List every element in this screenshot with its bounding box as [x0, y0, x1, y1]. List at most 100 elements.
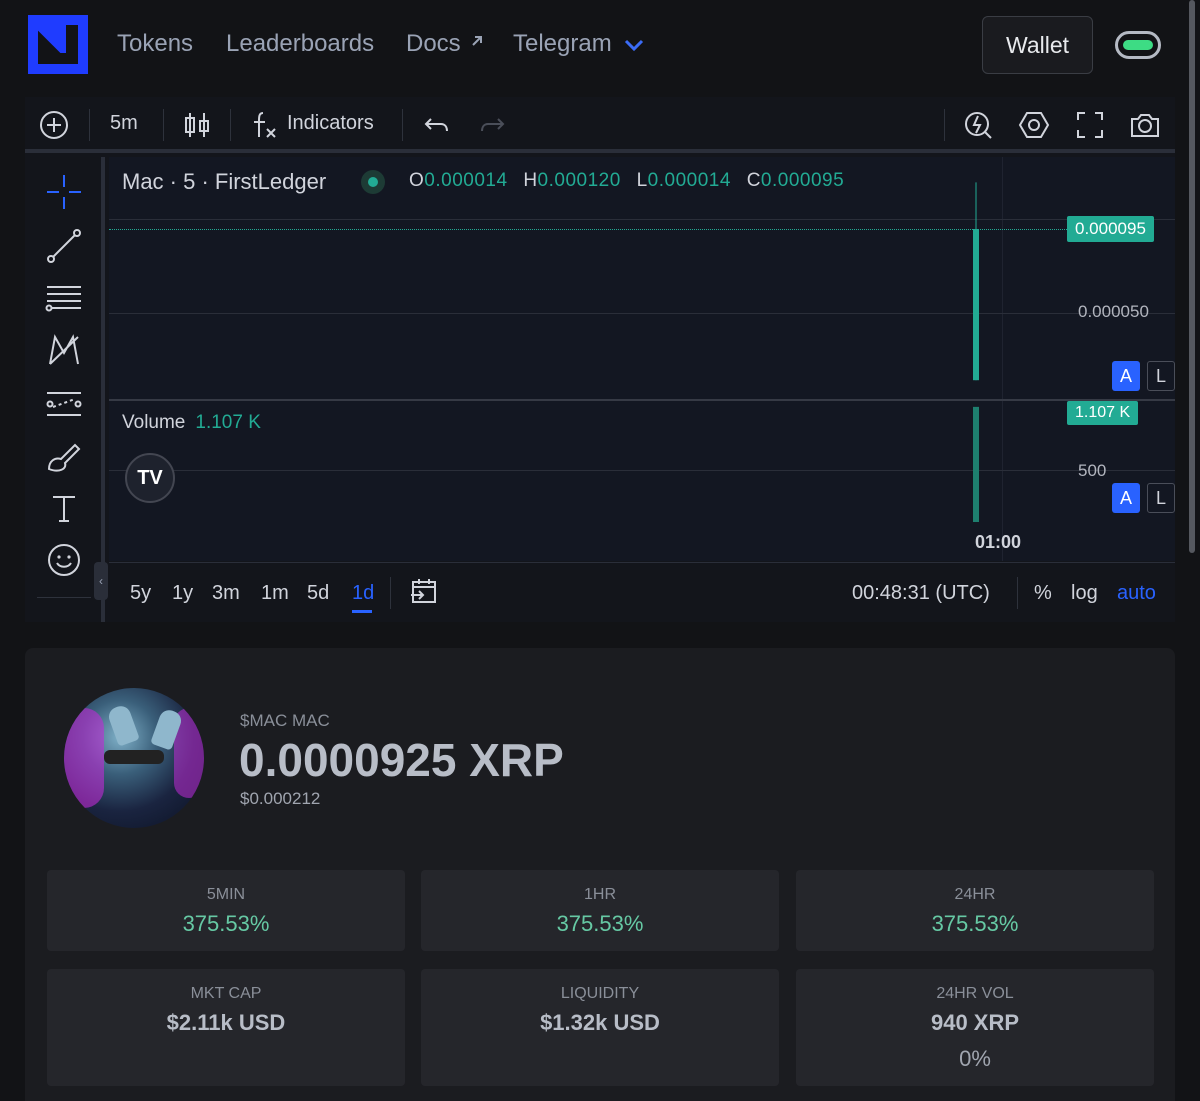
text-tool-icon[interactable] — [45, 489, 83, 527]
volume-legend: Volume 1.107 K — [122, 412, 261, 434]
log-scale-button[interactable]: L — [1147, 361, 1175, 391]
collapse-sidebar-button[interactable]: ‹ — [94, 562, 108, 600]
stat-value: $1.32k USD — [540, 1010, 660, 1035]
toggle-indicator — [1123, 40, 1153, 50]
nav-tokens-link[interactable]: Tokens — [117, 30, 193, 58]
last-price-label: 0.000095 — [1067, 216, 1154, 242]
stat-card-24hr-volume: 24HR VOL 940 XRP 0% — [796, 969, 1154, 1086]
crosshair-icon[interactable] — [45, 173, 83, 211]
clock-timezone[interactable]: 00:48:31 (UTC) — [852, 582, 990, 605]
indicators-fx-icon[interactable] — [249, 109, 281, 141]
nav-telegram-link[interactable]: Telegram — [513, 30, 612, 58]
avatar-ear — [106, 703, 140, 747]
volume-value: 1.107 K — [195, 412, 261, 433]
percent-toggle[interactable]: % — [1034, 582, 1052, 605]
emoji-icon[interactable] — [45, 541, 83, 579]
toolbar-separator — [944, 109, 945, 141]
volume-price-label: 1.107 K — [1067, 401, 1139, 425]
stat-card-market-cap: MKT CAP $2.11k USD — [47, 969, 405, 1086]
undo-icon[interactable] — [421, 109, 453, 141]
range-5d[interactable]: 5d — [307, 582, 329, 605]
toolbar-separator — [89, 109, 90, 141]
interval-button[interactable]: 5m — [110, 112, 138, 135]
fullscreen-icon[interactable] — [1074, 109, 1106, 141]
indicators-button[interactable]: Indicators — [287, 112, 374, 135]
token-price: 0.0000925 XRP — [239, 734, 564, 786]
camera-icon[interactable] — [1129, 109, 1161, 141]
tradingview-logo[interactable]: TV — [125, 453, 175, 503]
token-info-panel: $MAC MAC 0.0000925 XRP $0.000212 5MIN 37… — [25, 648, 1175, 1101]
range-5y[interactable]: 5y — [130, 582, 151, 605]
range-separator — [1017, 577, 1018, 609]
stat-card-1hr: 1HR 375.53% — [421, 870, 779, 951]
stat-value: 375.53% — [556, 911, 644, 936]
volume-label: Volume — [122, 412, 186, 433]
stat-card-liquidity: LIQUIDITY $1.32k USD — [421, 969, 779, 1086]
stat-label: 24HR VOL — [936, 985, 1014, 1002]
stat-value: $2.11k USD — [166, 1010, 286, 1035]
price-chart: 5m Indicators ‹ Mac · 5 · FirstLedger O0… — [25, 97, 1175, 622]
avatar-glow — [64, 708, 104, 808]
range-1y[interactable]: 1y — [172, 582, 193, 605]
token-symbol: $MAC MAC — [240, 711, 330, 730]
drawing-tools-sidebar: ‹ — [25, 157, 108, 622]
stat-change: 0% — [959, 1046, 991, 1071]
docs-label: Docs — [406, 30, 461, 57]
brush-icon[interactable] — [45, 437, 83, 475]
range-1m[interactable]: 1m — [261, 582, 289, 605]
volume-axis-tick: 500 — [1078, 461, 1107, 480]
stat-label: MKT CAP — [190, 985, 262, 1002]
stat-label: 24HR — [954, 886, 996, 903]
nav-docs-link[interactable]: Docs — [406, 30, 485, 58]
stat-value: 375.53% — [931, 911, 1019, 936]
chart-pane[interactable]: Mac · 5 · FirstLedger O0.000014 H0.00012… — [109, 157, 1175, 561]
settings-hexagon-icon[interactable] — [1018, 109, 1050, 141]
range-separator — [390, 577, 391, 609]
stat-label: LIQUIDITY — [560, 985, 640, 1002]
prediction-tools-icon[interactable] — [45, 385, 83, 423]
toolbar-separator — [402, 109, 403, 141]
trend-line-icon[interactable] — [45, 227, 83, 265]
price-axis-tick: 0.000050 — [1078, 302, 1149, 321]
page-scrollbar[interactable] — [1189, 0, 1195, 553]
stat-card-5min: 5MIN 375.53% — [47, 870, 405, 951]
toolbar-separator — [163, 109, 164, 141]
stat-label: 5MIN — [206, 886, 246, 903]
stat-card-24hr: 24HR 375.53% — [796, 870, 1154, 951]
candlestick-series — [973, 182, 979, 522]
range-3m[interactable]: 3m — [212, 582, 240, 605]
go-to-date-icon[interactable] — [409, 576, 439, 606]
candlestick-type-icon[interactable] — [181, 109, 213, 141]
stat-label: 1HR — [583, 886, 616, 903]
sidebar-divider — [37, 597, 91, 598]
redo-icon[interactable] — [476, 109, 508, 141]
avatar-glasses — [104, 750, 164, 764]
auto-scale-button[interactable]: A — [1112, 361, 1140, 391]
range-bar: 5y 1y 3m 1m 5d 1d 00:48:31 (UTC) % log a… — [109, 562, 1175, 622]
volume-auto-scale-button[interactable]: A — [1112, 483, 1140, 513]
toolbar-separator — [230, 109, 231, 141]
chevron-down-icon[interactable] — [624, 38, 644, 52]
token-avatar — [64, 688, 204, 828]
time-axis-label: 01:00 — [975, 532, 1022, 552]
external-arrow-icon — [472, 36, 483, 46]
nav-leaderboards-link[interactable]: Leaderboards — [226, 30, 374, 58]
log-toggle[interactable]: log — [1071, 582, 1098, 605]
stat-value: 375.53% — [182, 911, 270, 936]
auto-toggle[interactable]: auto — [1117, 582, 1156, 605]
alert-icon[interactable] — [962, 109, 994, 141]
stat-value: 940 XRP — [930, 1010, 1020, 1035]
wallet-button[interactable]: Wallet — [982, 16, 1093, 74]
volume-bar — [973, 406, 979, 522]
theme-toggle[interactable] — [1115, 31, 1161, 59]
add-symbol-icon[interactable] — [38, 109, 70, 141]
range-1d[interactable]: 1d — [352, 582, 374, 605]
top-navigation: Tokens Leaderboards Docs Telegram Wallet — [0, 0, 1200, 92]
volume-log-scale-button[interactable]: L — [1147, 483, 1175, 513]
candle-body — [973, 229, 979, 381]
app-logo[interactable] — [28, 15, 88, 74]
token-usd-price: $0.000212 — [240, 789, 321, 808]
fib-retracement-icon[interactable] — [45, 279, 83, 317]
chart-toolbar: 5m Indicators — [25, 97, 1175, 153]
pattern-icon[interactable] — [45, 331, 83, 369]
